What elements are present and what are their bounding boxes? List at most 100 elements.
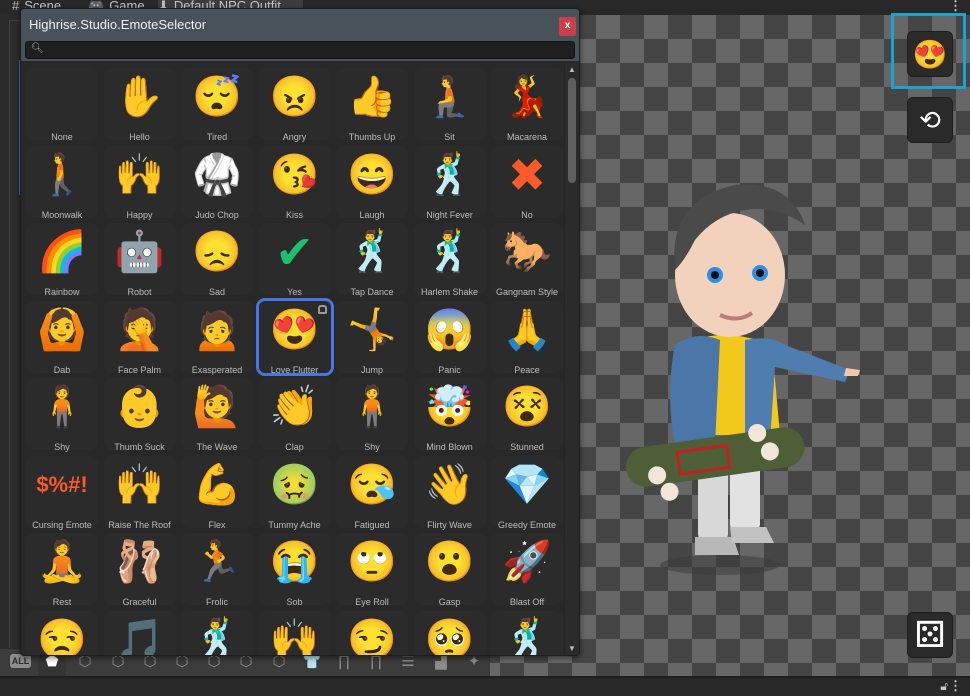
emote-item-tummy-ache[interactable]: 🤢 Tummy Ache — [258, 455, 331, 530]
emote-item-yes[interactable]: ✔ Yes — [258, 223, 331, 297]
emote-item-emote[interactable]: 🕺 — [181, 610, 253, 656]
emote-item-tired[interactable]: 😴 Tired — [181, 68, 253, 142]
emote-item-fatigued[interactable]: 😪 Fatigued — [336, 455, 408, 530]
emote-label: Flirty Wave — [427, 519, 472, 530]
emote-item-peace[interactable]: 🙏 Peace — [491, 300, 563, 375]
emote-item-cursing-emote[interactable]: $%#! Cursing Emote — [26, 455, 98, 530]
emote-item-happy[interactable]: 🙌 Happy — [103, 145, 176, 220]
emote-item-raise-the-roof[interactable]: 🙌 Raise The Roof — [103, 455, 176, 530]
emote-label: Kiss — [285, 209, 303, 220]
emote-icon: 😒 — [37, 617, 87, 656]
search-field[interactable]: 🔍︎ — [25, 41, 575, 59]
emote-item-emote[interactable]: 🙌 — [258, 610, 331, 655]
emote-item-love-flutter[interactable]: 😍 Love Flutter — [255, 297, 334, 376]
emote-item-the-wave[interactable]: 🙋 The Wave — [181, 378, 253, 452]
flex-icon: 💪 — [192, 462, 242, 507]
more-options-icon[interactable]: ⋮ — [949, 0, 962, 13]
emote-icon: 🥺 — [424, 617, 475, 656]
emote-item-macarena[interactable]: 💃 Macarena — [491, 68, 563, 142]
emote-item-graceful[interactable]: 🩰 Graceful — [103, 533, 176, 607]
emote-item-moonwalk[interactable]: 🚶 Moonwalk — [26, 145, 98, 220]
emote-item-hello[interactable]: ✋ Hello — [103, 68, 176, 142]
scroll-up-icon[interactable]: ▲ — [568, 65, 576, 74]
emote-item-sob[interactable]: 😭 Sob — [258, 533, 331, 607]
emote-item-emote[interactable]: 🥺 — [413, 610, 486, 656]
emote-item-greedy-emote[interactable]: 💎 Greedy Emote — [491, 455, 563, 530]
emote-item-rest[interactable]: 🧘 Rest — [26, 533, 98, 607]
emote-label: Macarena — [506, 132, 548, 142]
emote-preview-button[interactable]: 😍 — [907, 31, 953, 77]
emote-item-jump[interactable]: 🤸 Jump — [336, 300, 408, 375]
more-options-icon[interactable]: ⋮ — [949, 678, 962, 694]
emote-item-gasp[interactable]: 😮 Gasp — [413, 533, 486, 607]
emote-item-emote[interactable]: 🎵 — [103, 610, 176, 656]
macarena-icon: 💃 — [502, 75, 552, 119]
emote-item-judo-chop[interactable]: 🥋 Judo Chop — [181, 145, 253, 220]
emote-item-none[interactable]: None — [26, 68, 98, 142]
emote-item-exasperated[interactable]: 🙍 Exasperated — [181, 300, 253, 375]
emote-item-eye-roll[interactable]: 🙄 Eye Roll — [336, 533, 408, 607]
randomize-button[interactable]: ⚄ — [907, 612, 953, 658]
emote-label: Shy — [364, 442, 380, 452]
gasp-icon: 😮 — [424, 540, 475, 584]
emote-label: Yes — [287, 287, 302, 297]
emote-icon: 🕺 — [192, 617, 242, 656]
emote-label: Peace — [514, 364, 540, 375]
emote-item-harlem-shake[interactable]: 🕺 Harlem Shake — [413, 223, 486, 297]
emote-item-face-palm[interactable]: 🤦 Face Palm — [103, 300, 176, 375]
rotate-avatar-button[interactable]: ⟲ — [907, 97, 953, 143]
emote-item-robot[interactable]: 🤖 Robot — [103, 223, 176, 297]
emote-item-sit[interactable]: 🧎 Sit — [413, 68, 486, 142]
emote-label: Shy — [54, 442, 70, 452]
emote-item-gangnam-style[interactable]: 🐎 Gangnam Style — [491, 223, 563, 297]
dialog-titlebar[interactable]: Highrise.Studio.EmoteSelector x — [21, 9, 579, 41]
emote-label: Moonwalk — [41, 209, 83, 220]
emote-item-stunned[interactable]: 😵 Stunned — [491, 378, 563, 452]
none-icon — [26, 70, 98, 124]
emote-item-blast-off[interactable]: 🚀 Blast Off — [491, 533, 563, 607]
mind-blown-icon: 🤯 — [424, 385, 475, 429]
emote-label: Tap Dance — [350, 287, 394, 297]
emote-item-shy[interactable]: 🧍 Shy — [336, 378, 408, 452]
emote-item-tap-dance[interactable]: 🕺 Tap Dance — [336, 223, 408, 297]
emote-grid-scrollbar[interactable]: ▲ ▼ — [564, 63, 579, 655]
emote-item-thumb-suck[interactable]: 👶 Thumb Suck — [103, 378, 176, 452]
status-bar: 🔓︎ ⋮ — [0, 676, 970, 696]
emote-item-clap[interactable]: 👏 Clap — [258, 378, 331, 452]
emote-item-night-fever[interactable]: 🕺 Night Fever — [413, 145, 486, 220]
emote-label: Frolic — [206, 597, 228, 607]
emote-item-thumbs-up[interactable]: 👍 Thumbs Up — [336, 68, 408, 142]
emote-icon: 🎵 — [114, 617, 165, 656]
emote-item-emote[interactable]: 😏 — [336, 610, 408, 655]
emote-item-emote[interactable]: 😒 — [26, 610, 98, 656]
emote-item-mind-blown[interactable]: 🤯 Mind Blown — [413, 378, 486, 452]
search-input[interactable] — [44, 42, 564, 58]
avatar-leg-right — [730, 465, 760, 530]
emote-label: Harlem Shake — [420, 287, 479, 297]
emote-item-angry[interactable]: 😠 Angry — [258, 68, 331, 142]
emote-item-rainbow[interactable]: 🌈 Rainbow — [26, 223, 98, 297]
emote-item-flex[interactable]: 💪 Flex — [181, 455, 253, 530]
emote-item-no[interactable]: ✖ No — [491, 145, 563, 220]
emote-item-panic[interactable]: 😱 Panic — [413, 300, 486, 375]
category-all-button[interactable]: ALL — [10, 654, 31, 668]
emote-label: Sob — [286, 597, 303, 607]
lock-icon[interactable]: 🔓︎ — [940, 679, 948, 694]
robot-icon: 🤖 — [114, 230, 165, 274]
harlem-shake-icon: 🕺 — [424, 230, 475, 274]
emote-item-kiss[interactable]: 😘 Kiss — [258, 145, 331, 220]
scroll-down-icon[interactable]: ▼ — [568, 644, 576, 653]
emote-item-sad[interactable]: 😞 Sad — [181, 223, 253, 297]
emote-item-laugh[interactable]: 😄 Laugh — [336, 145, 408, 220]
judo-chop-icon: 🥋 — [192, 152, 242, 197]
close-button[interactable]: x — [559, 17, 576, 36]
frolic-icon: 🏃 — [192, 540, 242, 584]
emote-item-shy[interactable]: 🧍 Shy — [26, 378, 98, 452]
emote-item-flirty-wave[interactable]: 👋 Flirty Wave — [413, 455, 486, 530]
sit-icon: 🧎 — [424, 75, 475, 119]
scrollbar-thumb[interactable] — [568, 78, 576, 183]
emote-item-frolic[interactable]: 🏃 Frolic — [181, 533, 253, 607]
emote-label: Tummy Ache — [268, 519, 321, 530]
emote-item-dab[interactable]: 🙆 Dab — [26, 300, 98, 375]
emote-item-emote[interactable]: 🕺 — [491, 610, 563, 655]
